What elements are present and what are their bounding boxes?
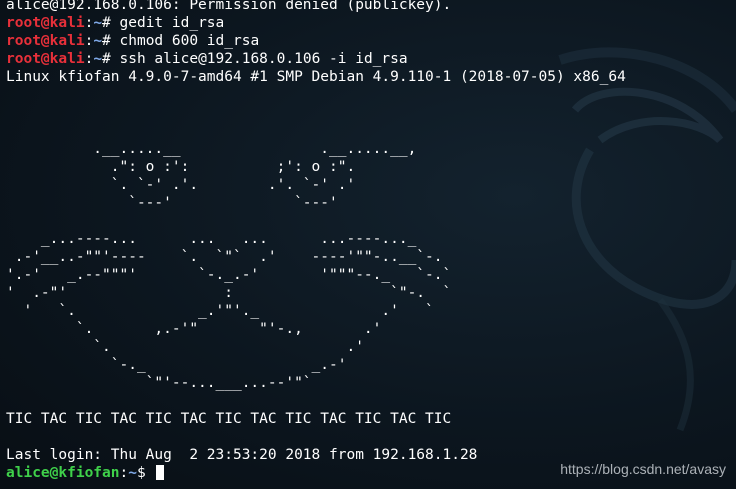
- prompt-separator: :: [84, 15, 94, 31]
- prompt-command: ssh alice@192.168.0.106 -i id_rsa: [110, 51, 408, 67]
- prompt-separator: :: [84, 51, 94, 67]
- output-line: _...----... ... ... ...----..._: [6, 231, 417, 247]
- output-line: `---' `---': [6, 195, 338, 211]
- text-cursor[interactable]: [156, 465, 165, 480]
- output-line: '.-' _.--"""' `-._.-' '"""--._ `-.`: [6, 267, 452, 283]
- prompt-command: gedit id_rsa: [110, 15, 225, 31]
- prompt-symbol: #: [102, 51, 111, 67]
- prompt-user: root@kali: [6, 15, 85, 31]
- output-line: `. ,.-'" "'-., .': [6, 321, 382, 337]
- prompt-symbol: $: [136, 465, 146, 481]
- prompt-path: ~: [128, 465, 137, 481]
- output-line: `. .': [6, 339, 364, 355]
- prompt-path: ~: [93, 15, 103, 31]
- prompt-line: root@kali:~# ssh alice@192.168.0.106 -i …: [6, 50, 736, 68]
- prompt-separator: :: [119, 465, 129, 481]
- prompt-command: [146, 465, 155, 481]
- output-line: .": o :': ;': o :".: [6, 159, 356, 175]
- output-line: Linux kfiofan 4.9.0-7-amd64 #1 SMP Debia…: [6, 69, 626, 85]
- prompt-user: root@kali: [6, 51, 85, 67]
- prompt-separator: :: [84, 33, 94, 49]
- output-line: `-._ _.-': [6, 357, 347, 373]
- prompt-user: root@kali: [6, 33, 85, 49]
- terminal-output[interactable]: alice@192.168.0.106: Permission denied (…: [6, 0, 736, 489]
- csdn-watermark: https://blog.csdn.net/avasy: [560, 461, 726, 477]
- prompt-command: chmod 600 id_rsa: [110, 33, 260, 49]
- output-line: alice@192.168.0.106: Permission denied (…: [6, 0, 452, 13]
- prompt-line: root@kali:~# chmod 600 id_rsa: [6, 32, 736, 50]
- prompt-path: ~: [93, 33, 103, 49]
- prompt-symbol: #: [102, 33, 111, 49]
- output-line: .-'__..-""'---- `. `"` .' ----'""-..__`-…: [6, 249, 443, 265]
- terminal-window[interactable]: alice@192.168.0.106: Permission denied (…: [0, 0, 736, 489]
- output-line: ' .-"' : `"-. `: [6, 285, 452, 301]
- output-line: TIC TAC TIC TAC TIC TAC TIC TAC TIC TAC …: [6, 411, 452, 427]
- prompt-line: root@kali:~# gedit id_rsa: [6, 14, 736, 32]
- output-line: ' `. _.'"'._ .' `: [6, 303, 434, 319]
- prompt-path: ~: [93, 51, 103, 67]
- prompt-symbol: #: [102, 15, 111, 31]
- output-line: `. `-' .'. .'. `-' .': [6, 177, 356, 193]
- output-line: .__.....__ .__.....__,: [6, 141, 417, 157]
- output-line: `"'--...___...--'"`: [6, 375, 312, 391]
- prompt-user: alice@kfiofan: [6, 465, 120, 481]
